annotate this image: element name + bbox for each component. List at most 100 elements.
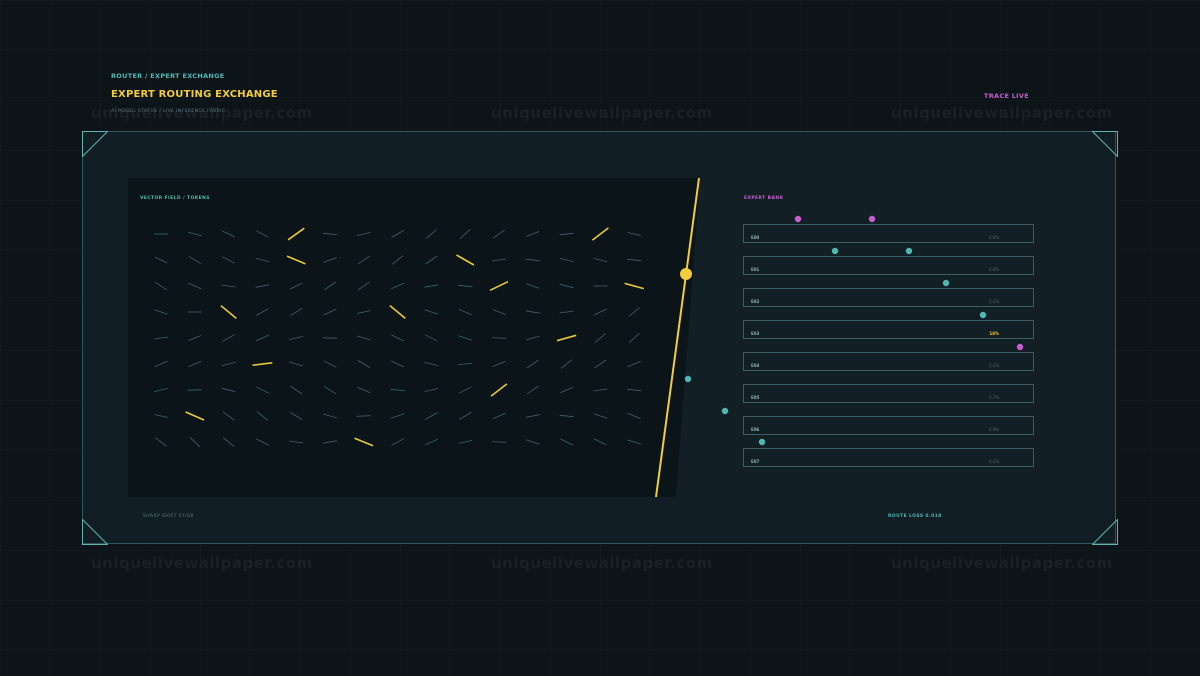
expert-load: 0.9% <box>988 427 999 432</box>
token-node <box>905 247 913 255</box>
token-node <box>868 215 876 223</box>
token-vector <box>221 387 236 393</box>
token-node <box>684 375 692 383</box>
expert-id: E07 <box>751 459 760 464</box>
token-vector <box>525 414 540 418</box>
token-vector <box>154 281 168 291</box>
expert-row-e03[interactable]: E03 18% <box>743 320 1034 339</box>
expert-row-e07[interactable]: E07 4.1% <box>743 448 1034 467</box>
token-vector <box>560 386 574 394</box>
token-vector <box>594 333 606 343</box>
token-vector <box>154 309 168 315</box>
token-vector <box>458 412 472 420</box>
token-vector <box>493 229 505 239</box>
token-vector <box>188 255 202 265</box>
token-vector <box>391 230 404 238</box>
token-vector <box>154 336 168 340</box>
expert-row-e02[interactable]: E02 1.1% <box>743 288 1034 307</box>
token-vector <box>458 363 473 365</box>
token-vector <box>491 337 507 339</box>
token-vector <box>256 230 269 238</box>
token-vector <box>155 437 167 447</box>
token-vector <box>289 440 304 444</box>
token-node <box>758 438 766 446</box>
token-vector <box>221 284 236 288</box>
token-vector-highlight <box>591 227 609 241</box>
token-vector <box>256 386 269 394</box>
token-vector <box>154 414 168 418</box>
token-vector <box>323 413 337 419</box>
token-vector-highlight <box>490 383 508 397</box>
token-vector <box>594 359 607 369</box>
token-vector-field <box>154 227 645 448</box>
token-vector <box>222 437 235 447</box>
token-vector <box>458 440 473 444</box>
token-vector <box>560 359 573 369</box>
token-vector <box>188 335 202 341</box>
token-vector <box>391 334 405 342</box>
token-vector <box>525 335 540 341</box>
token-vector <box>289 307 303 317</box>
token-vector <box>323 440 337 444</box>
token-vector <box>222 230 236 238</box>
routing-gate-node[interactable] <box>680 268 692 280</box>
vector-field-footer: SHARP SHIFT 07/08 <box>143 514 194 519</box>
token-vector <box>391 255 404 265</box>
token-vector <box>424 388 439 392</box>
token-vector <box>458 386 472 394</box>
token-vector-highlight <box>489 280 509 292</box>
vector-field-label: VECTOR FIELD / TOKENS <box>140 196 210 201</box>
token-vector <box>356 335 371 341</box>
expert-bank-label: EXPERT BANK <box>744 196 784 201</box>
expert-id: E01 <box>751 267 760 272</box>
token-vector <box>323 257 337 263</box>
token-vector <box>525 310 540 314</box>
token-vector-highlight <box>556 334 577 342</box>
expert-load: 0.8% <box>988 267 999 272</box>
token-vector <box>187 231 202 237</box>
token-vector <box>458 335 472 341</box>
token-vector <box>425 334 438 342</box>
expert-row-e00[interactable]: E00 0.6% <box>743 224 1034 243</box>
token-vector <box>424 309 439 315</box>
token-vector <box>559 232 574 236</box>
token-vector <box>593 388 608 392</box>
token-node <box>979 311 987 319</box>
token-vector-highlight <box>389 304 406 320</box>
token-vector <box>323 308 337 316</box>
token-vector <box>222 256 235 264</box>
token-vector <box>525 439 540 445</box>
token-vector <box>559 283 574 289</box>
token-vector <box>356 415 371 417</box>
token-vector <box>255 284 270 288</box>
token-vector <box>458 308 472 316</box>
expert-id: E04 <box>751 363 760 368</box>
expert-row-e06[interactable]: E06 0.9% <box>743 416 1034 435</box>
expert-row-e05[interactable]: E05 3.7% <box>743 384 1034 403</box>
route-loss-readout: ROUTE LOSS 0.018 <box>888 514 942 519</box>
token-node <box>721 407 729 415</box>
token-vector <box>627 388 642 392</box>
token-vector <box>559 414 574 418</box>
token-vector <box>255 438 269 446</box>
token-vector <box>593 438 607 446</box>
token-vector <box>424 362 439 366</box>
token-vector <box>390 388 405 392</box>
token-vector <box>424 438 438 446</box>
token-vector <box>188 360 202 368</box>
expert-row-e04[interactable]: E04 1.1% <box>743 352 1034 371</box>
token-vector <box>154 387 168 393</box>
token-vector <box>425 255 438 265</box>
token-vector <box>357 281 370 291</box>
token-vector <box>391 360 405 368</box>
token-vector <box>289 412 303 420</box>
token-node <box>1016 343 1024 351</box>
token-vector-highlight <box>456 254 475 266</box>
token-vector <box>323 385 337 395</box>
token-vector <box>256 308 269 316</box>
expert-row-e01[interactable]: E01 0.8% <box>743 256 1034 275</box>
token-vector-highlight <box>220 304 237 320</box>
token-vector <box>425 412 438 420</box>
expert-load: 0.6% <box>988 235 999 240</box>
token-vector <box>627 412 641 420</box>
